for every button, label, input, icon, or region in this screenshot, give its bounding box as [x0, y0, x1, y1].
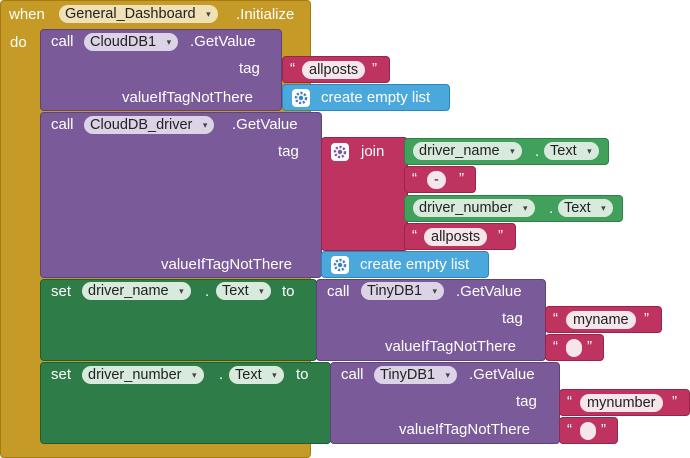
- chevron-down-icon: ▾: [202, 120, 208, 130]
- component-dropdown-clouddb1[interactable]: CloudDB1 ▾: [84, 33, 179, 51]
- tag-label: tag: [239, 60, 260, 77]
- empty-string-value[interactable]: [580, 422, 596, 440]
- call-label: call: [341, 366, 364, 383]
- component-dropdown-driver-number[interactable]: driver_number ▾: [413, 199, 535, 217]
- chevron-down-icon: ▾: [522, 203, 528, 213]
- string-value[interactable]: myname: [566, 311, 636, 329]
- default-label: valueIfTagNotThere: [399, 421, 530, 438]
- default-label: valueIfTagNotThere: [161, 256, 292, 273]
- to-label: to: [296, 366, 309, 383]
- component-dropdown-tinydb1[interactable]: TinyDB1 ▾: [361, 282, 445, 300]
- chevron-down-icon: ▾: [510, 146, 515, 156]
- to-label: to: [282, 283, 295, 300]
- chevron-down-icon: ▾: [601, 203, 606, 213]
- component-dropdown-driver-number[interactable]: driver_number ▾: [82, 366, 204, 384]
- close-quote: ”: [459, 170, 464, 187]
- dot-label: .: [219, 366, 224, 383]
- close-quote: ”: [644, 310, 649, 327]
- property-dropdown-text[interactable]: Text ▾: [216, 282, 271, 300]
- method-label: .GetValue: [190, 33, 256, 50]
- component-dropdown-driver-name[interactable]: driver_name ▾: [413, 142, 522, 160]
- dot-label: .: [535, 143, 540, 160]
- call-label: call: [327, 283, 350, 300]
- method-label: .GetValue: [232, 116, 298, 133]
- string-value[interactable]: allposts: [302, 61, 366, 79]
- clouddb-driver-getvalue-block[interactable]: [40, 112, 322, 278]
- property-dropdown-text[interactable]: Text ▾: [558, 199, 613, 217]
- close-quote: ”: [498, 227, 503, 244]
- call-label: call: [51, 116, 74, 133]
- tag-label: tag: [516, 393, 537, 410]
- tag-label: tag: [502, 310, 523, 327]
- chevron-down-icon: ▾: [272, 370, 277, 380]
- component-dropdown-general-dashboard[interactable]: General_Dashboard ▾: [59, 5, 218, 23]
- property-dropdown-text[interactable]: Text ▾: [229, 366, 284, 384]
- chevron-down-icon: ▾: [587, 146, 592, 156]
- close-quote: ”: [672, 393, 677, 410]
- chevron-down-icon: ▾: [206, 9, 211, 19]
- close-quote: ”: [601, 421, 606, 438]
- close-quote: ”: [372, 60, 377, 77]
- chevron-down-icon: ▾: [445, 370, 451, 380]
- chevron-down-icon: ▾: [179, 286, 184, 296]
- when-label: when: [9, 6, 45, 23]
- set-label: set: [51, 366, 72, 383]
- tag-label: tag: [278, 143, 299, 160]
- component-dropdown-tinydb1[interactable]: TinyDB1 ▾: [374, 366, 458, 384]
- string-value[interactable]: mynumber: [580, 394, 663, 412]
- open-quote: “: [553, 310, 558, 327]
- default-label: valueIfTagNotThere: [122, 89, 253, 106]
- open-quote: “: [553, 338, 558, 355]
- join-label: join: [361, 143, 385, 160]
- empty-string-value[interactable]: [566, 339, 582, 357]
- string-value[interactable]: allposts: [424, 228, 488, 246]
- chevron-down-icon: ▾: [166, 37, 172, 47]
- open-quote: “: [567, 393, 572, 410]
- set-label: set: [51, 283, 72, 300]
- open-quote: “: [412, 227, 417, 244]
- open-quote: “: [412, 170, 417, 187]
- open-quote: “: [567, 421, 572, 438]
- default-label: valueIfTagNotThere: [385, 338, 516, 355]
- string-value[interactable]: -: [427, 171, 446, 189]
- create-empty-list-label: create empty list: [321, 89, 431, 106]
- method-label: .GetValue: [456, 283, 522, 300]
- gear-icon[interactable]: [331, 256, 349, 274]
- dot-label: .: [205, 283, 210, 300]
- create-empty-list-label: create empty list: [360, 256, 470, 273]
- chevron-down-icon: ▾: [191, 370, 197, 380]
- do-label: do: [10, 34, 27, 51]
- property-dropdown-text[interactable]: Text ▾: [544, 142, 599, 160]
- dot-label: .: [549, 200, 554, 217]
- chevron-down-icon: ▾: [259, 286, 264, 296]
- call-label: call: [51, 33, 74, 50]
- component-dropdown-clouddb-driver[interactable]: CloudDB_driver ▾: [84, 116, 215, 134]
- gear-icon[interactable]: [331, 143, 349, 161]
- open-quote: “: [290, 60, 295, 77]
- gear-icon[interactable]: [292, 89, 310, 107]
- method-label: .GetValue: [469, 366, 535, 383]
- close-quote: ”: [587, 338, 592, 355]
- event-name-label: .Initialize: [236, 6, 295, 23]
- component-dropdown-driver-name[interactable]: driver_name ▾: [82, 282, 191, 300]
- chevron-down-icon: ▾: [432, 286, 438, 296]
